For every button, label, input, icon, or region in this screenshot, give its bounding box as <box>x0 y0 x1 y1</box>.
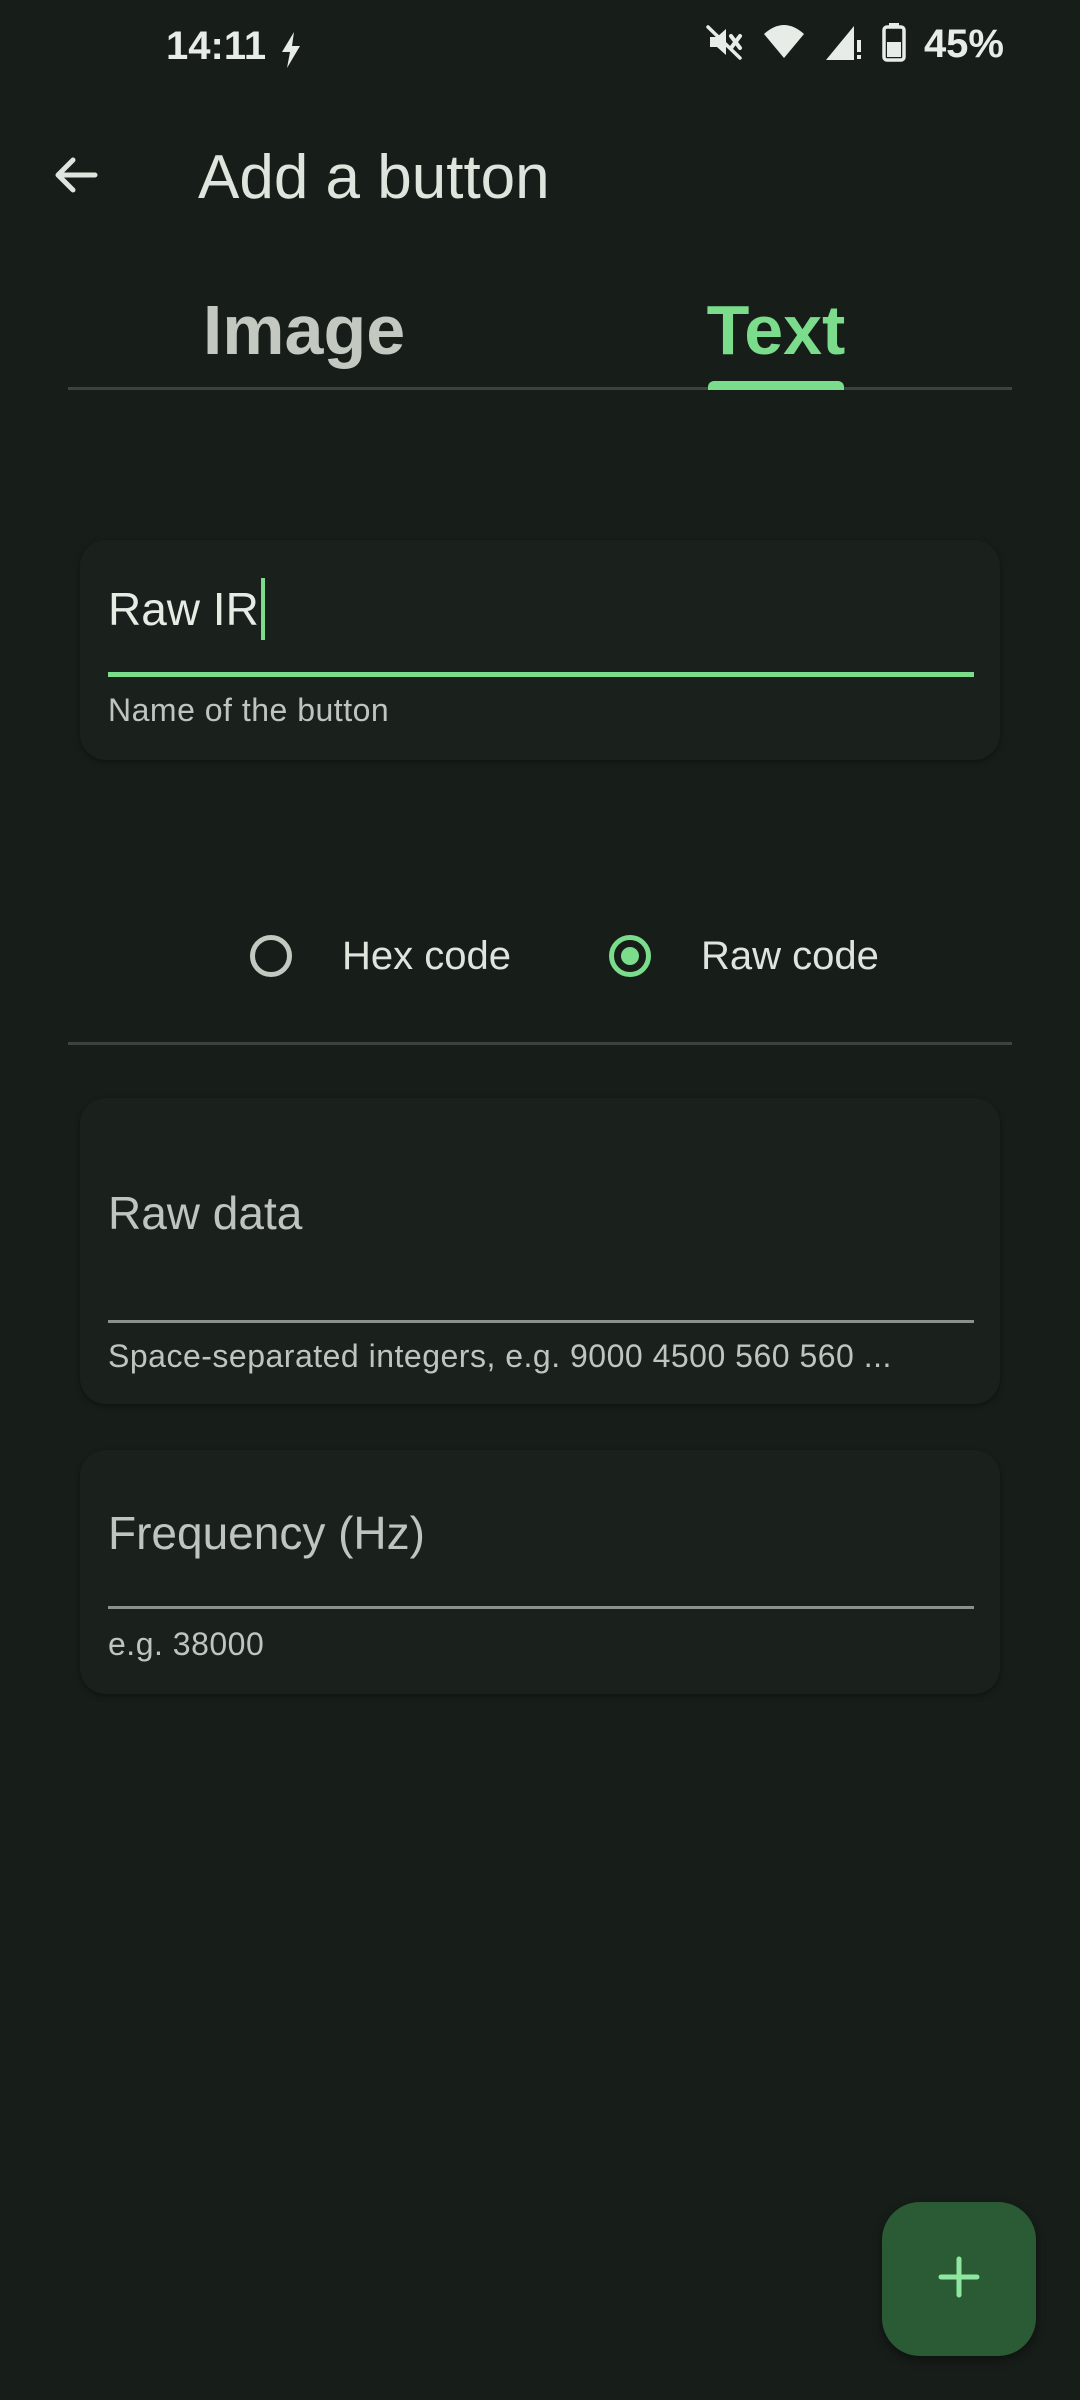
raw-data-input[interactable]: Raw data <box>108 1186 302 1240</box>
frequency-underline <box>108 1606 974 1609</box>
frequency-card: Frequency (Hz) e.g. 38000 <box>80 1450 1000 1694</box>
status-icons: 45% <box>704 22 1004 67</box>
text-cursor <box>260 578 265 640</box>
radio-hex-code[interactable]: Hex code <box>250 934 511 979</box>
raw-data-underline <box>108 1320 974 1323</box>
button-name-value: Raw IR <box>108 583 259 636</box>
battery-icon <box>882 22 906 67</box>
wifi-icon <box>762 22 806 67</box>
flash-icon <box>278 30 304 75</box>
radio-raw-label: Raw code <box>700 933 879 978</box>
name-field-underline <box>108 672 974 677</box>
signal-icon <box>824 22 864 67</box>
back-button[interactable] <box>44 145 108 209</box>
page-title: Add a button <box>198 143 550 212</box>
battery-percent: 45% <box>923 22 1004 66</box>
raw-data-card: Raw data Space-separated integers, e.g. … <box>80 1098 1000 1404</box>
radio-unchecked-icon <box>250 935 292 977</box>
radio-checked-icon <box>608 935 651 977</box>
status-time: 14:11 <box>166 24 267 68</box>
section-divider <box>68 1042 1012 1045</box>
radio-raw-code[interactable]: Raw code <box>608 933 879 979</box>
tab-bar: Image Text <box>68 270 1012 390</box>
mute-icon <box>704 22 744 67</box>
tab-divider <box>68 387 1012 390</box>
tab-text[interactable]: Text <box>540 270 1012 390</box>
name-field-card: Raw IR Name of the button <box>80 540 1000 760</box>
arrow-back-icon <box>51 150 101 205</box>
radio-hex-label: Hex code <box>342 933 511 978</box>
frequency-helper: e.g. 38000 <box>108 1626 265 1662</box>
code-type-radio-group: Hex code Raw code <box>250 926 879 986</box>
add-button-fab[interactable] <box>882 2202 1036 2356</box>
name-field-helper: Name of the button <box>108 692 390 728</box>
tab-indicator <box>708 381 844 390</box>
button-name-input[interactable]: Raw IR <box>108 578 265 644</box>
plus-icon <box>935 2253 983 2306</box>
frequency-input[interactable]: Frequency (Hz) <box>108 1506 425 1560</box>
raw-data-helper: Space-separated integers, e.g. 9000 4500… <box>108 1338 892 1374</box>
tab-image[interactable]: Image <box>68 270 540 390</box>
